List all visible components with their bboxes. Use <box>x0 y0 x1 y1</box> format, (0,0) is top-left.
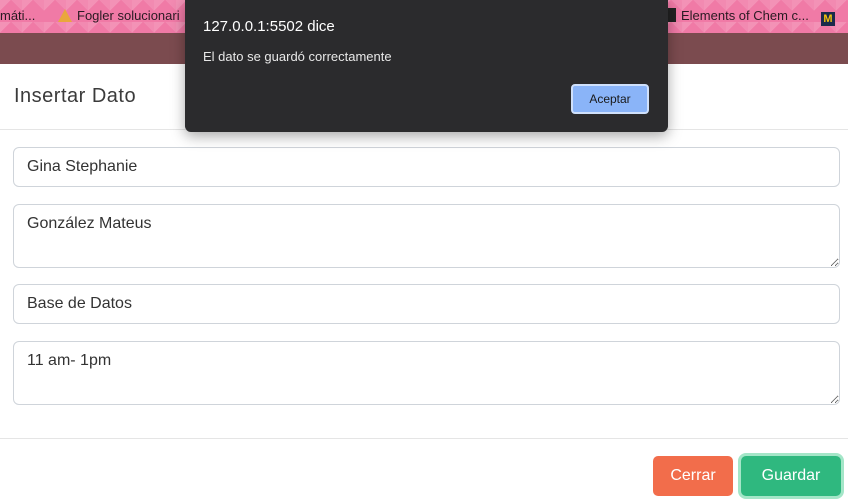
bookmark-item-elements[interactable]: Elements of Chem c... <box>662 8 809 23</box>
bookmark-label: máti... <box>0 8 36 23</box>
apellido-textarea[interactable]: González Mateus <box>13 204 840 268</box>
alert-origin: 127.0.0.1:5502 dice <box>203 18 335 35</box>
save-button[interactable]: Guardar <box>741 456 841 496</box>
michigan-logo-icon: M <box>821 12 835 26</box>
materia-input[interactable] <box>13 284 840 324</box>
bookmark-label: Fogler solucionari <box>77 8 180 23</box>
close-button[interactable]: Cerrar <box>653 456 733 496</box>
bookmark-item-fogler[interactable]: Fogler solucionari <box>58 8 180 23</box>
modal-footer-divider <box>0 438 848 439</box>
horario-textarea[interactable]: 11 am- 1pm <box>13 341 840 405</box>
accept-button[interactable]: Aceptar <box>571 84 649 114</box>
bookmark-item[interactable]: máti... <box>0 8 35 23</box>
bookmark-item-michigan[interactable]: M <box>821 8 840 26</box>
nombre-input[interactable] <box>13 147 840 187</box>
alert-message: El dato se guardó correctamente <box>203 49 392 64</box>
bookmark-label: Elements of Chem c... <box>681 8 809 23</box>
bookmark-favicon-icon <box>58 9 72 22</box>
modal-title: Insertar Dato <box>14 85 137 107</box>
alert-dialog: 127.0.0.1:5502 dice El dato se guardó co… <box>185 0 668 132</box>
